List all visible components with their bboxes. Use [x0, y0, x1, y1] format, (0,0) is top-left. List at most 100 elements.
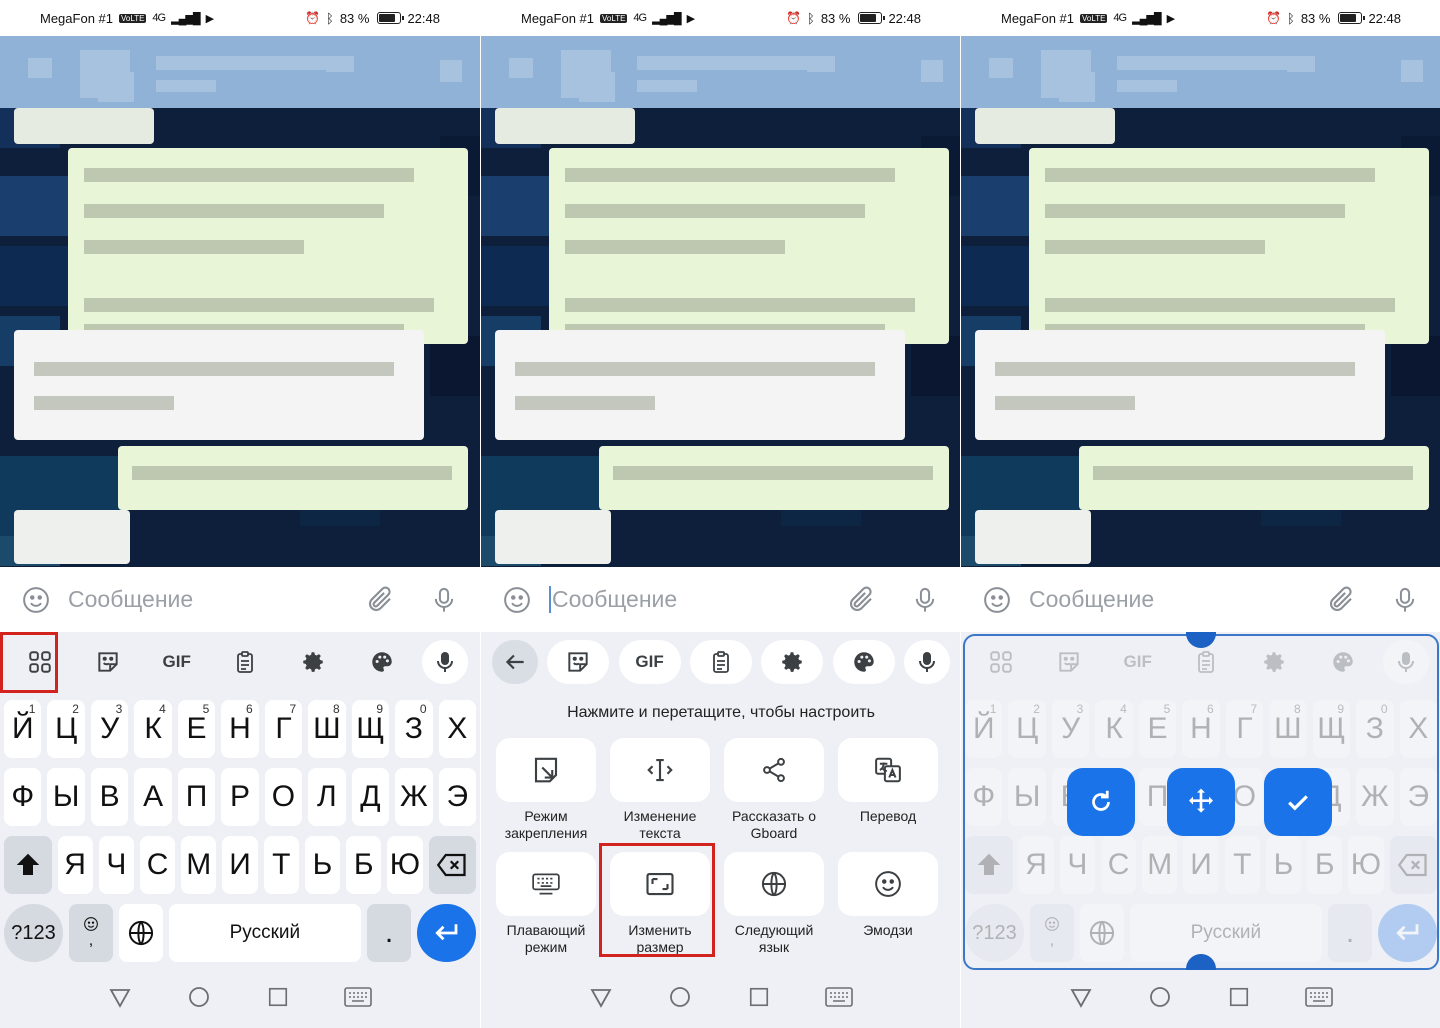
key[interactable]: О	[264, 768, 303, 826]
key[interactable]: Ы	[47, 768, 85, 826]
attach-button[interactable]	[362, 582, 398, 618]
clipboard-button[interactable]	[689, 640, 752, 684]
voice-input-button[interactable]	[421, 640, 468, 684]
nav-back-button[interactable]	[108, 985, 132, 1014]
key[interactable]: В	[90, 768, 129, 826]
battery-icon	[858, 12, 886, 24]
key[interactable]: Ю	[387, 836, 423, 894]
nav-home-button[interactable]	[1148, 985, 1172, 1014]
nav-recents-button[interactable]	[1228, 986, 1250, 1013]
chat-header-blurred	[961, 36, 1440, 108]
emoji-button[interactable]	[18, 582, 54, 618]
key[interactable]: С	[139, 836, 176, 894]
key[interactable]: 5Е	[177, 700, 216, 758]
key[interactable]: 9Щ	[351, 700, 390, 758]
menu-item-tile[interactable]	[496, 738, 596, 802]
attach-button[interactable]	[843, 582, 879, 618]
key[interactable]: 7Г	[264, 700, 303, 758]
space-bar[interactable]: Русский	[168, 904, 362, 962]
emoji-button[interactable]	[979, 582, 1015, 618]
key[interactable]: Т	[263, 836, 299, 894]
nav-back-button[interactable]	[589, 985, 613, 1014]
key[interactable]: Ф	[4, 768, 42, 826]
blurred-label	[975, 108, 1115, 144]
key[interactable]: 1Й	[4, 700, 42, 758]
gear-icon	[779, 649, 805, 675]
settings-button[interactable]	[761, 640, 824, 684]
key[interactable]: Э	[438, 768, 476, 826]
period-key[interactable]: .	[367, 904, 411, 962]
key[interactable]: Ж	[395, 768, 433, 826]
key[interactable]: 8Ш	[308, 700, 346, 758]
key[interactable]: П	[177, 768, 216, 826]
menu-item[interactable]: Перевод	[837, 738, 939, 842]
message-input[interactable]: Сообщение	[68, 586, 362, 613]
clipboard-button[interactable]	[217, 640, 273, 684]
menu-item-tile[interactable]	[838, 852, 938, 916]
theme-button[interactable]	[832, 640, 895, 684]
key[interactable]: И	[222, 836, 258, 894]
menu-item[interactable]: Режим закрепления	[495, 738, 597, 842]
menu-item[interactable]: Эмодзи	[837, 852, 939, 956]
nav-home-button[interactable]	[668, 985, 692, 1014]
back-button[interactable]	[491, 640, 538, 684]
sticker-button[interactable]	[547, 640, 610, 684]
chat-background-pixelated	[961, 36, 1440, 567]
menu-item[interactable]: Плавающий режим	[495, 852, 597, 956]
sticker-button[interactable]	[80, 640, 136, 684]
key[interactable]: Б	[346, 836, 382, 894]
reset-size-button[interactable]	[1067, 768, 1135, 836]
language-switch-key[interactable]	[118, 904, 163, 962]
nav-recents-button[interactable]	[748, 986, 770, 1013]
menu-item[interactable]: Рассказать о Gboard	[723, 738, 825, 842]
menu-item-tile[interactable]	[496, 852, 596, 916]
enter-key[interactable]	[416, 904, 476, 962]
settings-button[interactable]	[285, 640, 341, 684]
message-input[interactable]: Сообщение	[1029, 586, 1323, 613]
key-hint: 0	[419, 702, 427, 716]
key[interactable]: 6Н	[221, 700, 259, 758]
menu-item-tile[interactable]	[838, 738, 938, 802]
key[interactable]: Д	[351, 768, 390, 826]
voice-message-button[interactable]	[1387, 582, 1423, 618]
nav-recents-button[interactable]	[267, 986, 289, 1013]
move-keyboard-button[interactable]	[1167, 768, 1235, 836]
nav-keyboard-button[interactable]	[1305, 986, 1334, 1013]
key[interactable]: 4К	[134, 700, 172, 758]
voice-message-button[interactable]	[907, 582, 943, 618]
key[interactable]: 0З	[395, 700, 433, 758]
nav-keyboard-button[interactable]	[344, 986, 373, 1013]
gif-button[interactable]: GIF	[618, 640, 681, 684]
nav-keyboard-button[interactable]	[825, 986, 854, 1013]
key[interactable]: 3У	[90, 700, 129, 758]
menu-item[interactable]: Следующий язык	[723, 852, 825, 956]
nav-home-button[interactable]	[187, 985, 211, 1014]
key[interactable]: А	[134, 768, 172, 826]
menu-item-tile[interactable]	[724, 852, 824, 916]
key[interactable]: Р	[221, 768, 259, 826]
nav-back-button[interactable]	[1069, 985, 1093, 1014]
key[interactable]: Х	[438, 700, 476, 758]
emoji-button[interactable]	[499, 582, 535, 618]
emoji-comma-key[interactable]: ,	[69, 904, 113, 962]
voice-message-button[interactable]	[426, 582, 462, 618]
menu-item-tile[interactable]	[724, 738, 824, 802]
symbols-key[interactable]: ?123	[4, 904, 64, 962]
theme-button[interactable]	[354, 640, 410, 684]
key[interactable]: Ч	[98, 836, 134, 894]
signal-icon: ▂▄▆█	[171, 12, 200, 25]
menu-item[interactable]: Изменение текста	[609, 738, 711, 842]
shift-key[interactable]	[4, 836, 52, 894]
message-input[interactable]: Сообщение	[549, 586, 843, 613]
key[interactable]: Ь	[304, 836, 341, 894]
voice-input-button[interactable]	[904, 640, 951, 684]
key[interactable]: Я	[57, 836, 93, 894]
menu-item-tile[interactable]	[610, 738, 710, 802]
key[interactable]: 2Ц	[47, 700, 85, 758]
confirm-resize-button[interactable]	[1264, 768, 1332, 836]
attach-button[interactable]	[1323, 582, 1359, 618]
gif-button[interactable]: GIF	[149, 640, 205, 684]
key[interactable]: Л	[308, 768, 346, 826]
key[interactable]: М	[181, 836, 217, 894]
backspace-key[interactable]	[428, 836, 477, 894]
